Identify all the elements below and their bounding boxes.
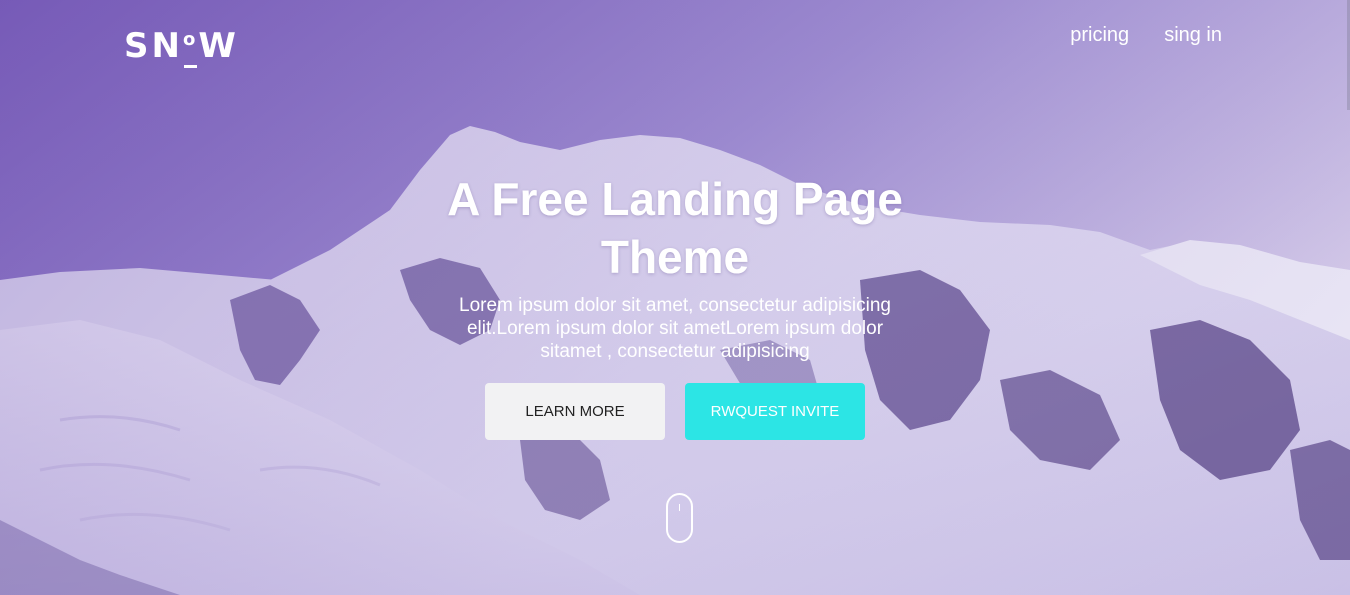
mouse-scroll-icon[interactable] (666, 493, 693, 543)
logo-text-end: W (198, 26, 239, 66)
logo-text-o: o (183, 18, 198, 68)
hero-buttons: LEARN MORE RWQUEST INVITE (0, 383, 1350, 440)
hero-section: SNoW pricing sing in A Free Landing Page… (0, 0, 1350, 595)
logo-text-start: SN (124, 26, 183, 66)
hero-content: A Free Landing Page Theme Lorem ipsum do… (0, 170, 1350, 440)
request-invite-button[interactable]: RWQUEST INVITE (685, 383, 865, 440)
hero-subtext: Lorem ipsum dolor sit amet, consectetur … (459, 295, 891, 362)
snow-logo[interactable]: SNoW (124, 18, 239, 68)
mouse-wheel-indicator (679, 504, 680, 511)
top-nav: pricing sing in (1070, 22, 1222, 48)
nav-link-sign-in[interactable]: sing in (1164, 22, 1222, 48)
learn-more-button[interactable]: LEARN MORE (485, 383, 665, 440)
hero-headline: A Free Landing Page Theme (447, 173, 903, 283)
nav-link-pricing[interactable]: pricing (1070, 22, 1129, 48)
